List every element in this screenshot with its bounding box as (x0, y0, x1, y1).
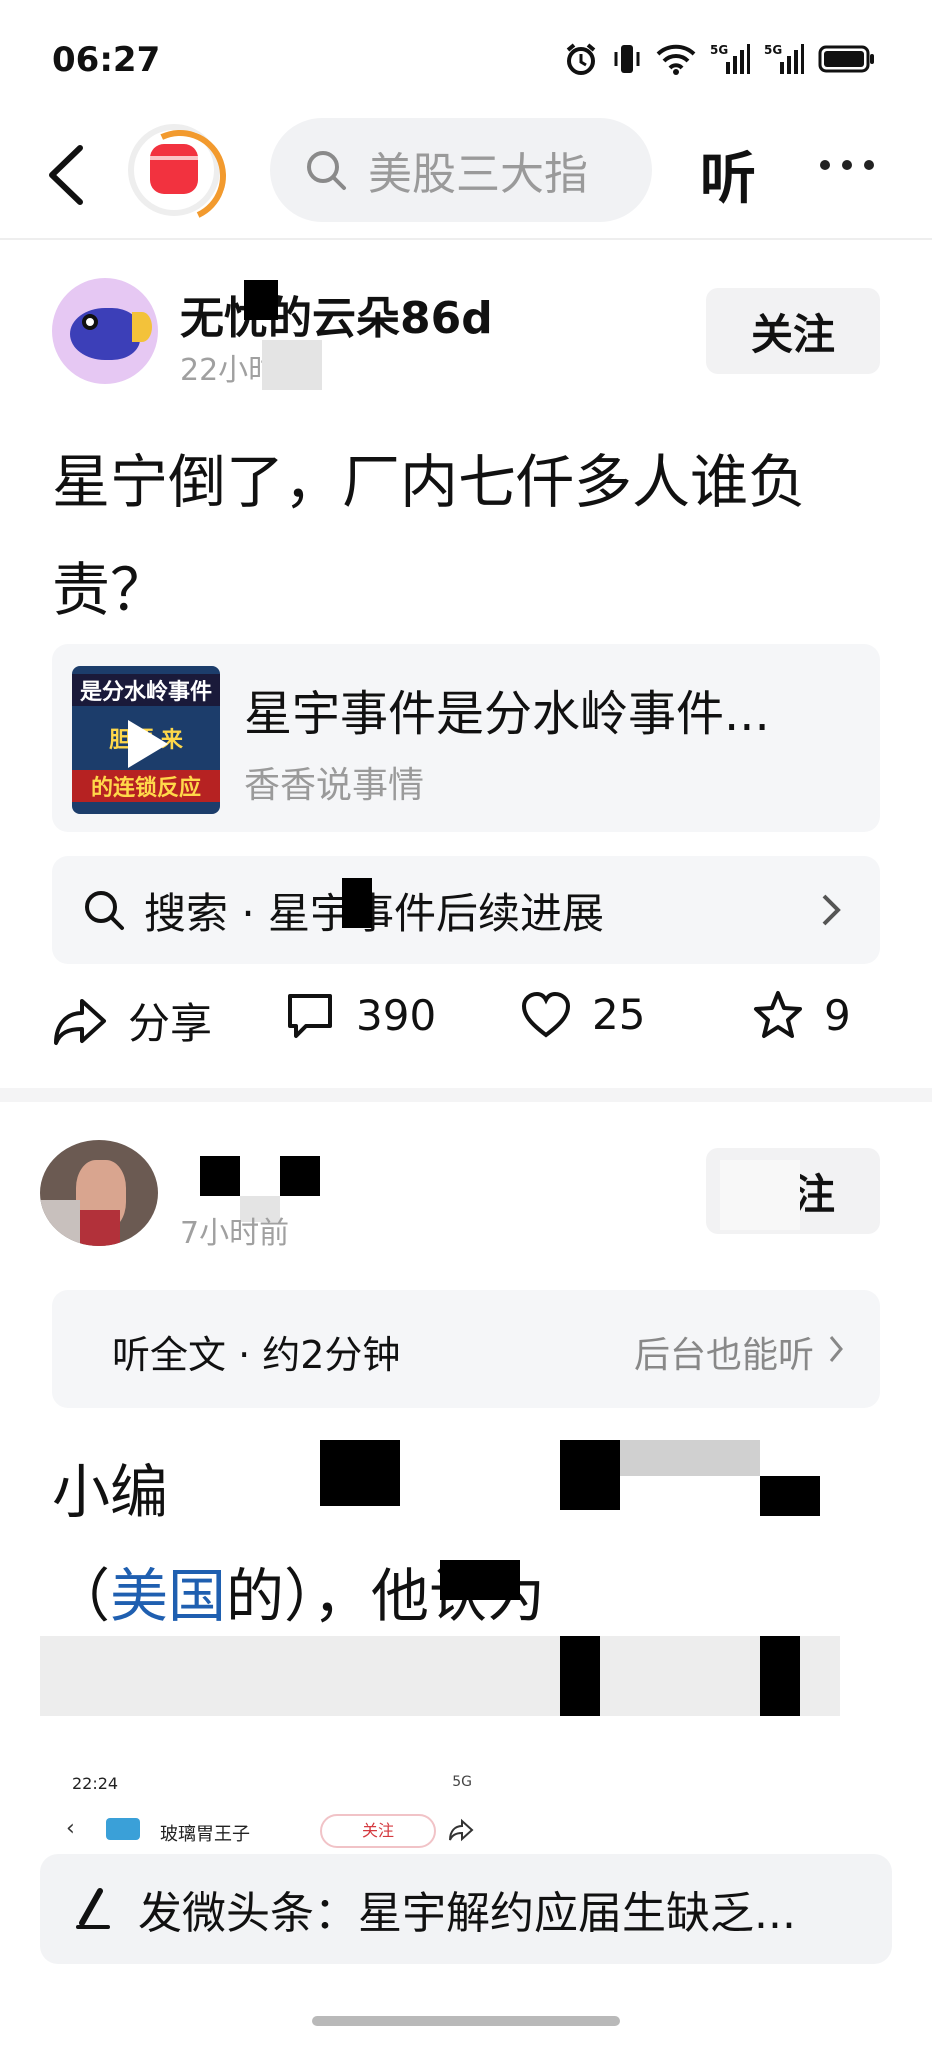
embedded-avatar (106, 1818, 140, 1840)
pen-icon (76, 1888, 110, 1929)
search-icon (85, 891, 124, 930)
favorite-button[interactable]: 9 (752, 990, 851, 1040)
back-button[interactable] (40, 140, 100, 210)
play-icon (128, 720, 168, 768)
redaction-mask (200, 1156, 240, 1196)
redaction-mask (440, 1560, 520, 1600)
compose-text: 发微头条：星宇解约应届生缺乏... (138, 1888, 796, 1939)
comment-count: 390 (356, 990, 437, 1040)
search-placeholder: 美股三大指 (368, 149, 588, 200)
redaction-mask (40, 1636, 840, 1716)
author-avatar[interactable] (40, 1140, 158, 1246)
author-name[interactable]: 无忧的云朵86d (180, 282, 493, 346)
home-indicator[interactable] (312, 2016, 620, 2026)
video-title: 星宇事件是分水岭事件... (244, 686, 770, 742)
favorite-count: 9 (824, 990, 851, 1040)
chevron-right-icon (829, 1336, 843, 1362)
search-suggestion-text: 搜索 · 星宇事件后续进展 (144, 888, 605, 938)
signal-5g-icon: 5G (710, 42, 750, 76)
embedded-back-icon: ‹ (66, 1816, 75, 1841)
signal-5g-icon: 5G (764, 42, 804, 76)
top-nav-bar: 美股三大指 听 (0, 110, 932, 240)
chevron-right-icon (822, 894, 841, 926)
like-button[interactable]: 25 (520, 990, 645, 1039)
follow-button[interactable]: 关注 (706, 288, 880, 374)
topic-link[interactable]: 美国 (110, 1562, 226, 1630)
comment-icon (288, 994, 332, 1038)
share-icon (54, 998, 106, 1045)
redaction-mask (320, 1440, 400, 1506)
author-avatar[interactable] (52, 278, 158, 384)
svg-text:5G: 5G (764, 43, 782, 57)
red-packet-icon[interactable] (128, 124, 220, 216)
comment-button[interactable]: 390 (284, 990, 436, 1040)
wifi-icon (656, 43, 696, 75)
post-time: 7小时前 (180, 1216, 290, 1251)
embedded-share-icon (449, 1818, 474, 1842)
redaction-mask (720, 1160, 800, 1230)
redaction-mask (620, 1440, 760, 1476)
compose-bar[interactable]: 发微头条：星宇解约应届生缺乏... (40, 1854, 892, 1964)
embedded-name: 玻璃胃王子 (160, 1824, 250, 1845)
vibrate-icon (612, 42, 642, 76)
search-input[interactable]: 美股三大指 (270, 118, 652, 222)
redaction-mask (560, 1440, 620, 1510)
video-card[interactable]: 是分水岭事件 胆预 来 的连锁反应 星宇事件是分水岭事件... 香香说事情 (52, 644, 880, 832)
redaction-mask (280, 1156, 320, 1196)
section-divider (0, 1088, 932, 1102)
redaction-mask (760, 1476, 820, 1516)
share-button[interactable]: 分享 (52, 990, 212, 1051)
embedded-follow: 关注 (320, 1814, 436, 1848)
status-time: 06:27 (52, 40, 161, 80)
background-listen-label[interactable]: 后台也能听 (634, 1326, 814, 1378)
post-headline[interactable]: 星宁倒了，厂内七仟多人谁负责？ (52, 428, 882, 644)
like-count: 25 (592, 990, 646, 1039)
post-actions: 分享 390 25 9 (52, 990, 880, 1060)
battery-icon (818, 44, 876, 74)
video-thumbnail[interactable]: 是分水岭事件 胆预 来 的连锁反应 (72, 666, 220, 814)
redaction-mask (560, 1636, 600, 1716)
star-icon (754, 991, 802, 1038)
video-source: 香香说事情 (244, 765, 425, 806)
search-icon (307, 151, 346, 190)
embedded-time: 22:24 (72, 1774, 119, 1793)
redaction-mask (262, 340, 322, 390)
heart-icon (521, 991, 571, 1038)
redaction-mask (760, 1636, 800, 1716)
embedded-status: 5G (452, 1774, 472, 1790)
status-bar: 06:27 5G 5G (0, 0, 932, 120)
search-suggestion[interactable]: 搜索 · 星宇事件后续进展 (52, 856, 880, 964)
status-icons: 5G 5G (564, 42, 876, 76)
alarm-icon (564, 42, 598, 76)
redaction-mask (342, 878, 372, 928)
listen-full-card[interactable]: 听全文 · 约2分钟 后台也能听 (52, 1290, 880, 1408)
listen-full-label: 听全文 · 约2分钟 (112, 1333, 401, 1377)
redaction-mask (244, 280, 278, 320)
svg-text:5G: 5G (710, 43, 728, 57)
more-options-icon[interactable] (820, 160, 874, 170)
listen-button[interactable]: 听 (700, 134, 756, 215)
